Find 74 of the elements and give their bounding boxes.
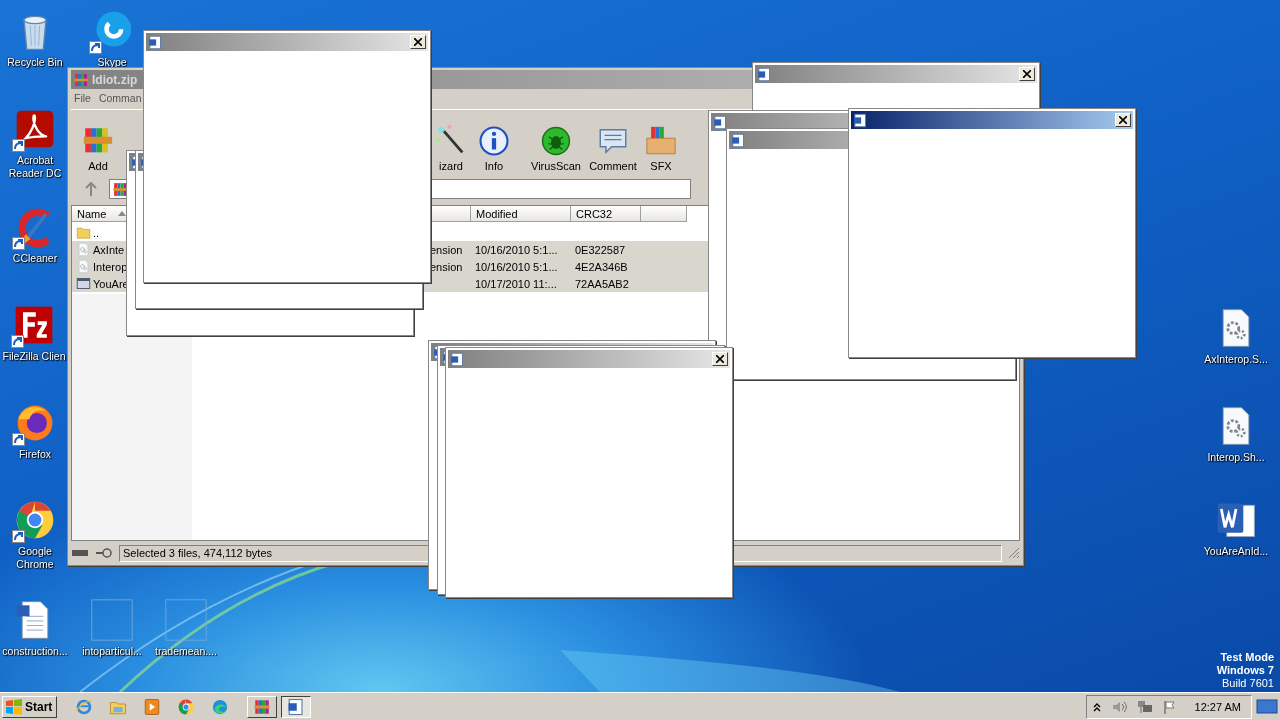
windows-logo-icon <box>5 698 23 715</box>
window-title: Idiot.zip <box>92 72 138 87</box>
os-notice-text: Windows 7 <box>1216 664 1274 677</box>
settings-file-icon <box>76 242 91 257</box>
browser-icon <box>177 697 196 716</box>
table-cell: Interop <box>93 260 128 273</box>
table-cell: 10/16/2010 5:1... <box>475 260 558 273</box>
info-icon <box>477 124 511 158</box>
browser-icon <box>211 697 230 716</box>
taskbar-app-button[interactable] <box>211 697 230 716</box>
close-button[interactable] <box>410 35 426 49</box>
table-cell: 10/16/2010 5:1... <box>475 243 558 256</box>
taskbar-app-button[interactable] <box>143 697 162 716</box>
table-cell: 10/17/2010 11:... <box>475 277 557 290</box>
settings-file-icon <box>76 259 91 274</box>
desktop-icon-label[interactable]: Google Chrome <box>2 545 68 571</box>
close-button[interactable] <box>1115 113 1131 127</box>
close-icon <box>414 38 422 46</box>
bug-icon <box>539 124 573 158</box>
blank-file-icon <box>90 598 134 642</box>
desktop-icon-label[interactable]: Recycle Bin <box>7 56 63 69</box>
desktop-icon-label[interactable]: Firefox <box>18 448 52 461</box>
resize-grip-icon <box>1008 547 1020 559</box>
key-icon <box>95 548 113 558</box>
status-text: Selected 3 files, 474,112 bytes <box>123 547 272 559</box>
drive-icon <box>71 548 89 558</box>
table-cell: 0E322587 <box>575 243 626 256</box>
archive-books-icon <box>112 180 129 198</box>
close-button[interactable] <box>712 352 728 366</box>
toolbar-button[interactable]: Info <box>471 113 517 175</box>
menu-item[interactable]: Comman <box>98 92 142 104</box>
blank-file-icon <box>164 598 208 642</box>
desktop-icon-label[interactable]: construction... <box>2 645 68 658</box>
start-button[interactable]: Start <box>2 695 58 718</box>
os-notice-text: Build 7601 <box>1222 677 1274 690</box>
table-cell: AxInte <box>93 243 125 256</box>
toolbar-button[interactable]: Comment <box>585 113 641 175</box>
toolbar-button[interactable]: izard <box>431 113 471 175</box>
chevron-up-icon[interactable] <box>1092 701 1101 712</box>
taskbar-window-button[interactable] <box>281 695 312 718</box>
desktop-icon-label[interactable]: AxInterop.S... <box>1204 353 1268 366</box>
desktop-icon-label[interactable]: Acrobat Reader DC <box>2 154 68 180</box>
clock[interactable]: 12:27 AM <box>1194 700 1241 713</box>
window-file-icon <box>76 276 91 291</box>
show-desktop-icon[interactable] <box>1256 697 1278 716</box>
close-button[interactable] <box>1019 67 1035 81</box>
table-cell: .. <box>93 226 100 239</box>
network-icon[interactable] <box>1136 699 1153 714</box>
up-arrow-icon <box>85 182 97 196</box>
table-cell: 72AA5AB2 <box>575 277 629 290</box>
toolbar-button[interactable]: SFX <box>641 113 681 175</box>
close-icon <box>1119 116 1127 124</box>
desktop-icon-label[interactable]: CCleaner <box>12 252 58 265</box>
desktop-icon-label[interactable]: YouAreAnId... <box>1203 545 1269 558</box>
close-icon <box>716 355 724 363</box>
os-notice-text: Test Mode <box>1220 651 1274 664</box>
menu-item[interactable]: File <box>74 92 91 104</box>
taskbar-app-button[interactable] <box>177 697 196 716</box>
desktop-icon-label[interactable]: Skype <box>97 56 127 69</box>
play-icon <box>143 697 162 716</box>
table-row[interactable]: .. <box>72 224 1019 241</box>
browser-icon <box>75 697 94 716</box>
close-icon <box>1023 70 1031 78</box>
desktop-icon-label[interactable]: FileZilla Clien <box>2 350 66 363</box>
toolbar-button[interactable]: VirusScan <box>527 113 585 175</box>
desktop-icon-label[interactable]: intoparticul... <box>82 645 142 658</box>
table-cell: 4E2A346B <box>575 260 628 273</box>
flag-icon[interactable] <box>1162 699 1177 714</box>
archive-books-icon <box>73 71 89 88</box>
taskbar-app-button[interactable] <box>75 697 94 716</box>
toolbar-button[interactable]: Add <box>71 113 125 175</box>
archive-books-icon <box>253 697 272 716</box>
desktop-icon-label[interactable]: Interop.Sh... <box>1207 451 1265 464</box>
speaker-icon[interactable] <box>1110 699 1127 714</box>
